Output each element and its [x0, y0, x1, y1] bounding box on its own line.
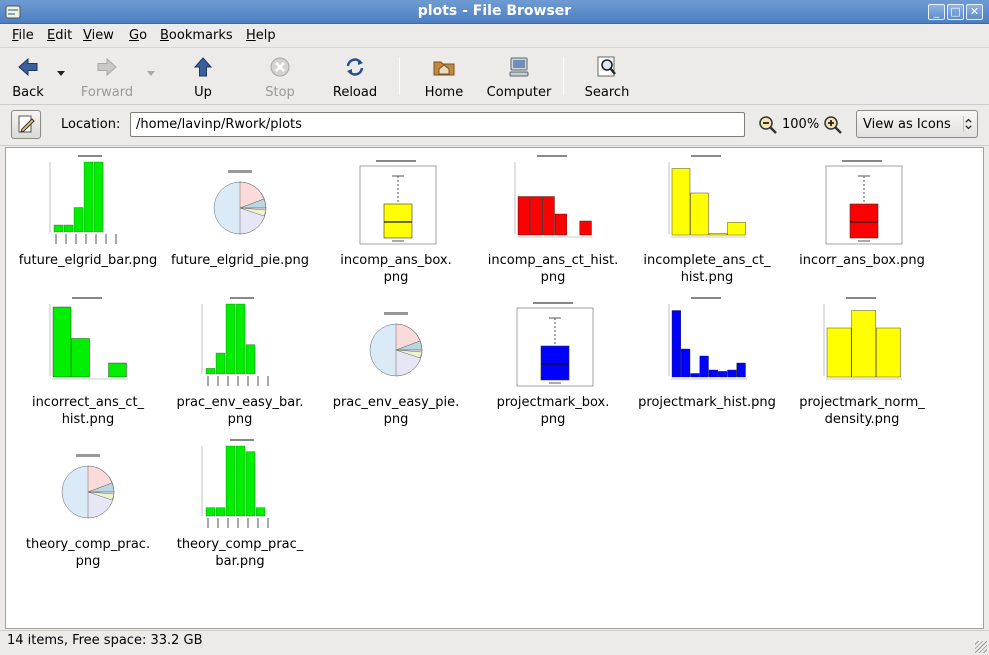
file-thumbnail [631, 294, 783, 394]
plot-thumbnail-icon [194, 294, 286, 392]
plot-thumbnail-icon [350, 294, 442, 392]
back-button[interactable]: Back [6, 55, 50, 101]
home-button[interactable]: Home [420, 55, 468, 101]
plot-thumbnail-icon [816, 152, 908, 250]
toolbar-separator [399, 57, 400, 95]
reload-button[interactable]: Reload [330, 55, 380, 101]
plot-thumbnail-icon [507, 152, 599, 250]
file-name-label: future_elgrid_bar.png [18, 253, 158, 268]
back-history-dropdown[interactable] [57, 71, 65, 76]
title-bar[interactable]: plots - File Browser _ □ ✕ [0, 0, 989, 24]
plot-thumbnail-icon [194, 436, 286, 534]
edit-pencil-icon [18, 115, 35, 133]
menu-go[interactable]: Go [129, 28, 147, 43]
plot-thumbnail-icon [507, 294, 599, 392]
computer-icon [509, 57, 529, 77]
up-button[interactable]: Up [185, 55, 221, 101]
stop-icon [270, 57, 290, 77]
menu-edit[interactable]: Edit [47, 28, 72, 43]
plot-thumbnail-icon [661, 294, 753, 392]
location-bar: Location: /home/lavinp/Rwork/plots 100% … [0, 106, 989, 146]
computer-button[interactable]: Computer [486, 55, 552, 101]
zoom-in-icon[interactable] [823, 115, 843, 135]
file-icon-view[interactable]: future_elgrid_bar.png future_elgrid_pie.p… [5, 147, 984, 629]
file-thumbnail [786, 294, 938, 394]
forward-history-dropdown[interactable] [147, 71, 155, 76]
file-name-label: incorrect_ans_ct_ hist.png [31, 395, 145, 427]
menu-file[interactable]: File [12, 28, 34, 43]
file-thumbnail [631, 152, 783, 252]
menu-bar: File Edit View Go Bookmarks Help [0, 25, 989, 48]
location-edit-toggle[interactable] [11, 110, 41, 139]
file-name-label: future_elgrid_pie.png [170, 253, 310, 268]
file-thumbnail [786, 152, 938, 252]
menu-view[interactable]: View [83, 28, 114, 43]
updown-arrows-icon [963, 116, 972, 132]
file-thumbnail [320, 294, 472, 394]
reload-icon [346, 58, 364, 76]
view-mode-select[interactable]: View as Icons [856, 110, 978, 138]
file-name-label: projectmark_hist.png [638, 395, 776, 410]
file-thumbnail [477, 294, 629, 394]
toolbar-separator [563, 57, 564, 95]
plot-thumbnail-icon [816, 294, 908, 392]
location-input[interactable]: /home/lavinp/Rwork/plots [130, 112, 745, 137]
file-thumbnail [164, 436, 316, 536]
status-bar: 14 items, Free space: 33.2 GB [0, 630, 989, 655]
file-thumbnail [12, 294, 164, 394]
file-name-label: incorr_ans_box.png [799, 253, 925, 268]
forward-arrow-icon [97, 57, 117, 77]
window-title: plots - File Browser [417, 3, 572, 19]
plot-thumbnail-icon [42, 152, 134, 250]
file-thumbnail [164, 294, 316, 394]
file-name-label: incomplete_ans_ct_ hist.png [643, 253, 771, 285]
file-name-label: prac_env_easy_bar. png [176, 395, 304, 427]
plot-thumbnail-icon [42, 294, 134, 392]
location-label: Location: [61, 117, 121, 132]
close-button[interactable]: ✕ [966, 4, 983, 20]
file-thumbnail [12, 436, 164, 536]
file-thumbnail [164, 152, 316, 252]
plot-thumbnail-icon [350, 152, 442, 250]
file-name-label: projectmark_norm_ density.png [799, 395, 925, 427]
view-mode-value: View as Icons [863, 117, 951, 132]
file-name-label: theory_comp_prac. png [25, 537, 151, 569]
menu-bookmarks[interactable]: Bookmarks [160, 28, 233, 43]
toolbar: Back Forward Up Stop Reload Home Compute… [0, 49, 989, 105]
search-button[interactable]: Search [583, 55, 631, 101]
file-name-label: theory_comp_prac_ bar.png [176, 537, 304, 569]
file-thumbnail [12, 152, 164, 252]
back-arrow-icon [18, 57, 38, 77]
zoom-level[interactable]: 100% [782, 117, 819, 132]
file-name-label: incomp_ans_ct_hist. png [487, 253, 619, 285]
stop-button[interactable]: Stop [262, 55, 298, 101]
plot-thumbnail-icon [42, 436, 134, 534]
maximize-button[interactable]: □ [947, 4, 964, 20]
zoom-out-icon[interactable] [758, 115, 778, 135]
minimize-button[interactable]: _ [928, 4, 945, 20]
menu-help[interactable]: Help [246, 28, 276, 43]
plot-thumbnail-icon [661, 152, 753, 250]
file-browser-window: plots - File Browser _ □ ✕ File Edit Vie… [0, 0, 989, 655]
file-name-label: projectmark_box. png [496, 395, 610, 427]
plot-thumbnail-icon [194, 152, 286, 250]
file-thumbnail [477, 152, 629, 252]
home-folder-icon [433, 61, 455, 76]
resize-grip[interactable] [975, 641, 987, 653]
status-text: 14 items, Free space: 33.2 GB [7, 633, 203, 648]
file-name-label: incomp_ans_box. png [340, 253, 452, 285]
search-icon [597, 56, 616, 77]
up-arrow-icon [193, 57, 213, 77]
file-name-label: prac_env_easy_pie. png [332, 395, 460, 427]
file-thumbnail [320, 152, 472, 252]
forward-button[interactable]: Forward [78, 55, 136, 101]
